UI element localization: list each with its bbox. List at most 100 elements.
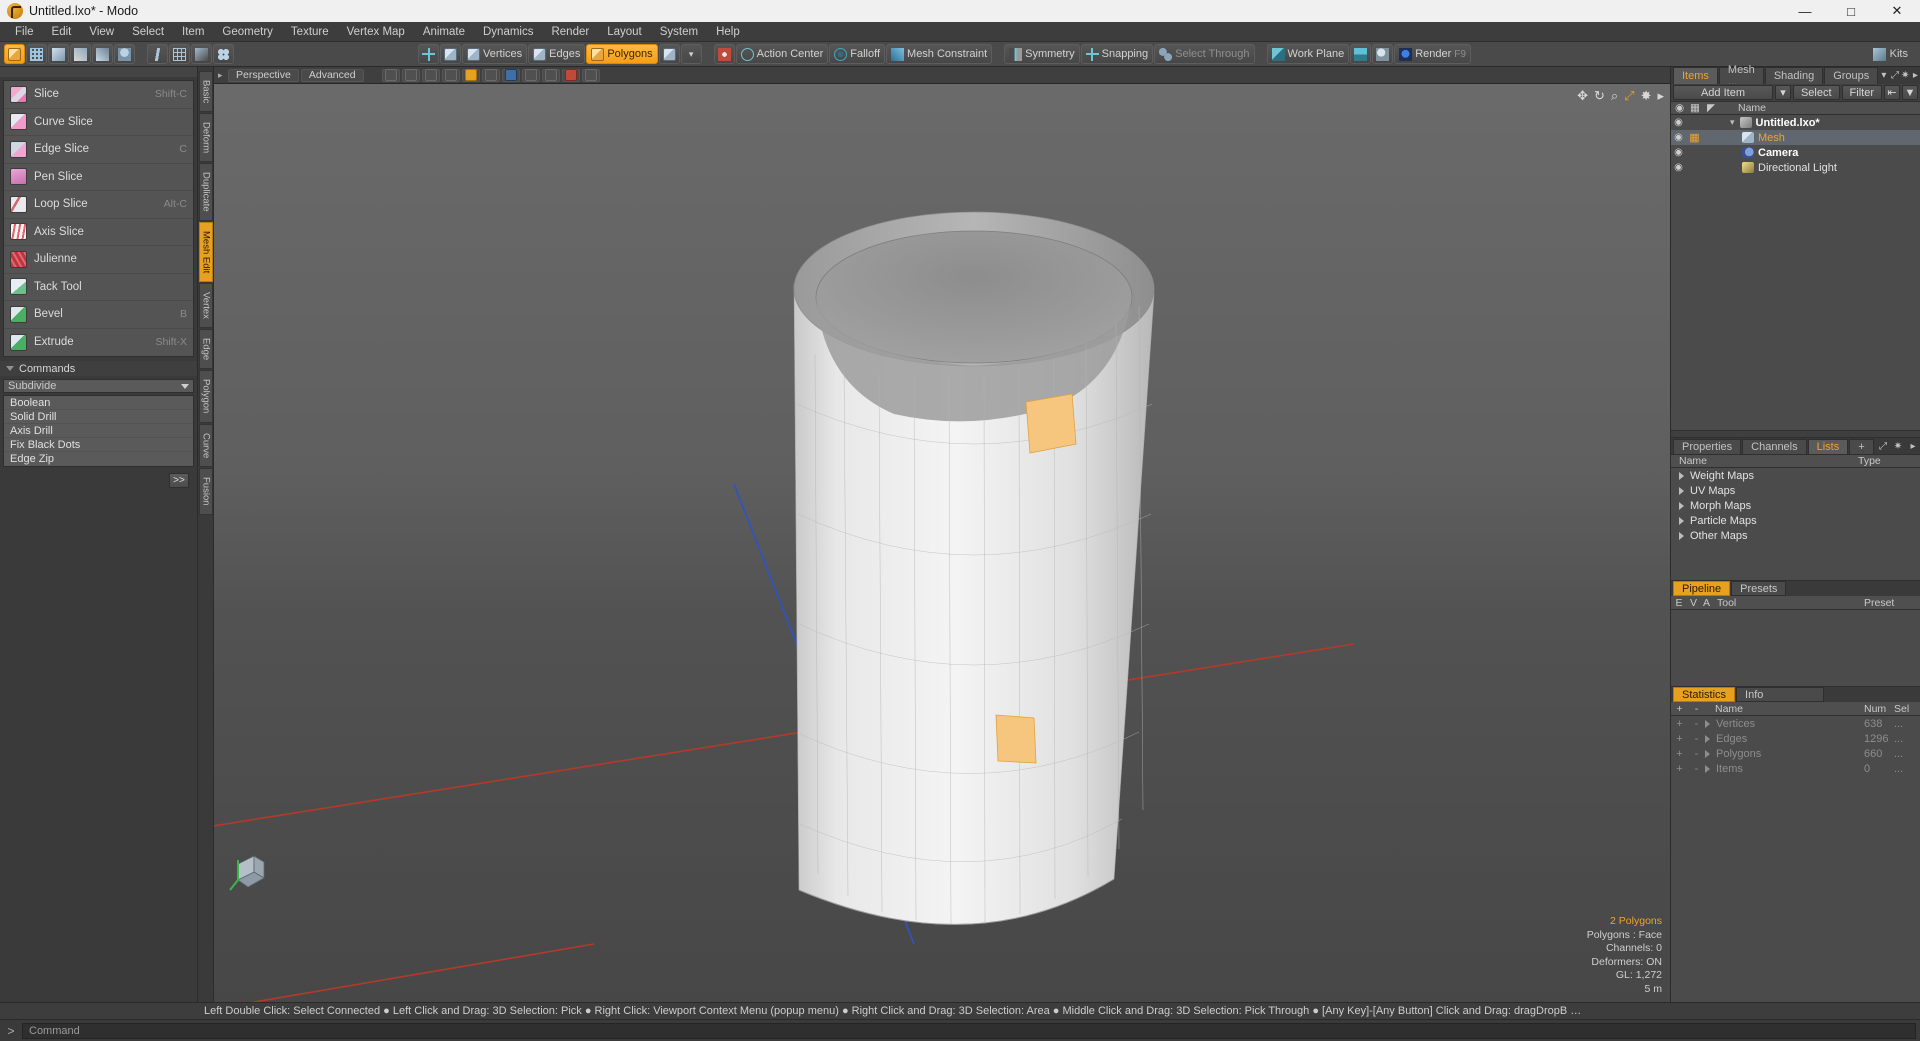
center-pivot-icon[interactable]: [418, 44, 439, 64]
item-cube-icon[interactable]: [440, 44, 461, 64]
item-row-scene[interactable]: ◉ ▾ Untitled.lxo*: [1671, 115, 1920, 130]
tool-bevel[interactable]: Bevel B: [4, 301, 193, 329]
snapping-button[interactable]: Snapping: [1080, 44, 1154, 64]
viewport-grid-toggle[interactable]: [381, 68, 400, 82]
expander-icon[interactable]: ▾: [1720, 117, 1735, 128]
action-center-mode-icon[interactable]: [713, 44, 735, 64]
list-icon[interactable]: ⇤: [1884, 85, 1900, 100]
menu-render[interactable]: Render: [542, 24, 598, 40]
list-item-other-maps[interactable]: Other Maps: [1671, 528, 1920, 543]
viewport-gl-toggle[interactable]: [481, 68, 500, 82]
vtab-deform[interactable]: Deform: [199, 113, 213, 163]
viewport-3d[interactable]: ✥ ↻ ⌕ ⤢ ✸ ▸ 2 Polygons Polygons : Face C…: [214, 84, 1670, 1002]
kits-button[interactable]: Kits: [1872, 47, 1916, 61]
vtab-edge[interactable]: Edge: [199, 329, 213, 370]
items-list-empty-area[interactable]: [1671, 175, 1920, 430]
move-icon[interactable]: ✥: [1577, 88, 1588, 104]
visibility-eye-icon[interactable]: ◉: [1671, 147, 1686, 158]
menu-dynamics[interactable]: Dynamics: [474, 24, 542, 40]
command-solid-drill[interactable]: Solid Drill: [4, 410, 193, 424]
menu-animate[interactable]: Animate: [414, 24, 474, 40]
commands-section-header[interactable]: Commands: [0, 361, 197, 376]
viewport-texture-toggle[interactable]: [441, 68, 460, 82]
expand-icon[interactable]: ⤢: [1890, 67, 1899, 84]
filter-button[interactable]: Filter: [1841, 85, 1882, 100]
command-axis-drill[interactable]: Axis Drill: [4, 424, 193, 438]
command-boolean[interactable]: Boolean: [4, 396, 193, 410]
pipeline-body[interactable]: [1671, 610, 1920, 686]
viewport-render-region-toggle[interactable]: [561, 68, 580, 82]
list-item-uv-maps[interactable]: UV Maps: [1671, 483, 1920, 498]
tab-lists[interactable]: Lists: [1807, 439, 1849, 454]
selection-mode-edges[interactable]: Edges: [528, 44, 586, 64]
list-item-weight-maps[interactable]: Weight Maps: [1671, 468, 1920, 483]
tool-curve-slice[interactable]: Curve Slice: [4, 109, 193, 136]
menu-geometry[interactable]: Geometry: [213, 24, 282, 40]
expand-icon[interactable]: ▸: [1657, 88, 1664, 104]
chevron-right-icon[interactable]: [1679, 501, 1684, 510]
menu-vertex-map[interactable]: Vertex Map: [338, 24, 414, 40]
mesh-constraint-button[interactable]: Mesh Constraint: [886, 44, 993, 64]
selection-mode-polygons[interactable]: Polygons: [586, 44, 658, 64]
tool-tack-tool[interactable]: Tack Tool: [4, 274, 193, 301]
viewport-shading-selector[interactable]: Advanced: [300, 68, 364, 82]
vtab-vertex[interactable]: Vertex: [199, 283, 213, 329]
statistics-row-edges[interactable]: + - Edges 1296 ...: [1671, 731, 1920, 746]
curve-icon[interactable]: [147, 44, 168, 64]
vtab-duplicate[interactable]: Duplicate: [199, 163, 213, 221]
vtab-mesh-edit[interactable]: Mesh Edit: [199, 222, 213, 283]
chevron-right-icon[interactable]: ▸: [1911, 67, 1920, 84]
viewport-shaded-toggle[interactable]: [421, 68, 440, 82]
stat-add-icon[interactable]: +: [1671, 763, 1688, 775]
lists-empty-area[interactable]: [1671, 543, 1920, 580]
viewport-fog-toggle[interactable]: [581, 68, 600, 82]
close-button[interactable]: ✕: [1874, 0, 1920, 22]
select-through-button[interactable]: Select Through: [1154, 44, 1255, 64]
chevron-right-icon[interactable]: [1679, 486, 1684, 495]
tool-julienne[interactable]: Julienne: [4, 246, 193, 274]
falloff-small-icon[interactable]: [191, 44, 212, 64]
item-mode-icon[interactable]: [4, 44, 25, 64]
visibility-eye-icon[interactable]: ◉: [1671, 117, 1686, 128]
commands-more-button[interactable]: >>: [169, 473, 189, 488]
statistics-add-button[interactable]: +: [1671, 703, 1688, 715]
command-input[interactable]: Command: [22, 1022, 1916, 1039]
statistics-remove-button[interactable]: -: [1688, 703, 1705, 715]
stat-remove-icon[interactable]: -: [1688, 718, 1705, 730]
menu-help[interactable]: Help: [707, 24, 749, 40]
viewport-menu-icon[interactable]: ▸: [218, 70, 226, 81]
fit-icon[interactable]: ⤢: [1624, 88, 1634, 104]
viewport-wireframe-toggle[interactable]: [401, 68, 420, 82]
vtab-basic[interactable]: Basic: [199, 71, 213, 113]
funnel-icon[interactable]: ▼: [1902, 85, 1918, 100]
select-button[interactable]: Select: [1792, 85, 1840, 100]
add-item-button[interactable]: Add Item: [1673, 85, 1773, 100]
stat-remove-icon[interactable]: -: [1688, 748, 1705, 760]
maximize-button[interactable]: □: [1828, 0, 1874, 22]
menu-select[interactable]: Select: [123, 24, 173, 40]
tab-presets[interactable]: Presets: [1731, 581, 1787, 596]
command-fix-black-dots[interactable]: Fix Black Dots: [4, 438, 193, 452]
tool-loop-slice[interactable]: Loop Slice Alt-C: [4, 191, 193, 219]
gear-icon[interactable]: ✷: [1901, 67, 1910, 84]
tab-pipeline[interactable]: Pipeline: [1673, 581, 1731, 596]
settings-icon[interactable]: ✸: [1641, 88, 1652, 104]
menu-view[interactable]: View: [80, 24, 123, 40]
items-horizontal-scrollbar[interactable]: [1671, 430, 1920, 437]
menu-edit[interactable]: Edit: [43, 24, 81, 40]
stat-remove-icon[interactable]: -: [1688, 763, 1705, 775]
chevron-right-icon[interactable]: [1679, 516, 1684, 525]
tool-edge-slice[interactable]: Edge Slice C: [4, 136, 193, 164]
menu-item[interactable]: Item: [173, 24, 213, 40]
item-row-camera[interactable]: ◉ Camera: [1671, 145, 1920, 160]
vtab-fusion[interactable]: Fusion: [199, 468, 213, 515]
element-move-icon[interactable]: [48, 44, 69, 64]
minimize-button[interactable]: —: [1782, 0, 1828, 22]
rotate-icon[interactable]: ↻: [1594, 88, 1605, 104]
selection-mode-dropdown-caret[interactable]: ▾: [680, 44, 702, 64]
viewport-lock-toggle[interactable]: [521, 68, 540, 82]
tool-slice[interactable]: Slice Shift-C: [4, 81, 193, 109]
work-plane-button[interactable]: Work Plane: [1266, 44, 1350, 64]
tab-groups[interactable]: Groups: [1824, 67, 1879, 84]
chevron-down-icon[interactable]: ▾: [1879, 67, 1888, 84]
